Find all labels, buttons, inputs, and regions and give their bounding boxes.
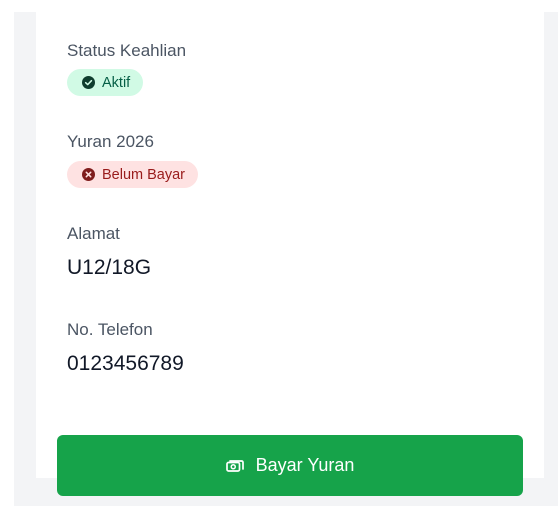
pay-fee-button[interactable]: Bayar Yuran [57,435,523,496]
phone-label: No. Telefon [67,320,153,339]
membership-status-badge: Aktif [67,69,144,96]
membership-status-label: Status Keahlian [67,41,187,60]
address-value: U12/18G [67,256,152,279]
phone-value: 0123456789 [67,352,184,375]
pay-fee-button-label: Bayar Yuran [255,455,355,475]
money-icon [225,459,244,472]
membership-status-text: Aktif [102,74,131,91]
page: Status Keahlian Aktif Yuran 2026 Belum B… [0,0,558,506]
check-circle-icon [82,76,95,89]
fee-status-label: Yuran 2026 [67,132,154,151]
address-label: Alamat [67,224,120,243]
x-circle-icon [82,168,95,181]
fee-status-badge: Belum Bayar [67,161,199,188]
fee-status-text: Belum Bayar [102,166,186,183]
